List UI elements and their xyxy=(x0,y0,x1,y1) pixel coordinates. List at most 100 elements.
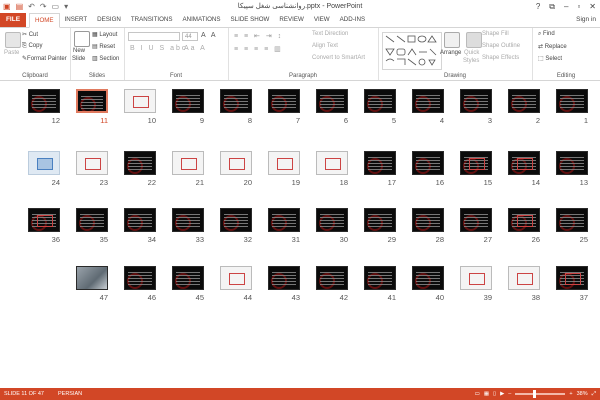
copy-button[interactable]: ⎘ Copy xyxy=(22,43,42,50)
slide-thumbnail[interactable] xyxy=(316,89,348,113)
slide-thumbnail[interactable] xyxy=(268,151,300,175)
tab-file[interactable]: FILE xyxy=(0,13,26,27)
slide-thumbnail[interactable] xyxy=(364,151,396,175)
replace-button[interactable]: ⇄ Replace xyxy=(538,43,567,50)
language-indicator[interactable]: PERSIAN xyxy=(58,388,82,400)
new-slide-icon[interactable] xyxy=(74,31,90,47)
arrange-icon[interactable] xyxy=(444,32,460,48)
find-button[interactable]: ⌕ Find xyxy=(538,31,555,38)
slide-thumbnail[interactable] xyxy=(124,151,156,175)
slide-thumbnail[interactable] xyxy=(460,89,492,113)
font-name-combo[interactable] xyxy=(128,32,180,41)
slide-thumbnail[interactable] xyxy=(172,151,204,175)
slide-thumbnail[interactable] xyxy=(220,89,252,113)
tab-review[interactable]: REVIEW xyxy=(274,13,308,27)
font-size-buttons[interactable]: A A xyxy=(201,32,218,39)
shape-fill-button[interactable]: Shape Fill xyxy=(482,31,509,37)
quick-styles-button-2[interactable]: Styles xyxy=(463,58,479,64)
convert-smartart-button[interactable]: Convert to SmartArt xyxy=(312,55,365,61)
layout-button[interactable]: ▦ Layout xyxy=(92,31,117,38)
slide-thumbnail[interactable] xyxy=(220,266,252,290)
slide-thumbnail[interactable] xyxy=(364,266,396,290)
slide-thumbnail[interactable] xyxy=(124,266,156,290)
slide-thumbnail[interactable] xyxy=(28,208,60,232)
quick-styles-icon[interactable] xyxy=(466,32,482,48)
sign-in-link[interactable]: Sign in xyxy=(576,16,596,23)
quick-styles-button[interactable]: Quick xyxy=(464,50,479,56)
select-button[interactable]: ⬚ Select xyxy=(538,55,562,62)
paste-icon[interactable] xyxy=(5,32,21,48)
slide-thumbnail[interactable] xyxy=(268,266,300,290)
slideshow-view-icon[interactable]: ▶ xyxy=(500,388,504,400)
slide-sorter-canvas[interactable]: 1 2 3 4 5 6 7 8 9 10 11 12 13 14 15 16 17 18 19 20 21 22 23 24 2… xyxy=(0,81,600,387)
slide-thumbnail[interactable] xyxy=(124,89,156,113)
minimize-button[interactable]: – xyxy=(564,2,568,12)
slide-thumbnail[interactable] xyxy=(76,89,108,113)
slide-thumbnail[interactable] xyxy=(508,151,540,175)
slide-thumbnail[interactable] xyxy=(364,208,396,232)
slide-thumbnail[interactable] xyxy=(508,208,540,232)
slide-thumbnail[interactable] xyxy=(556,266,588,290)
maximize-button[interactable]: ▫ xyxy=(577,2,580,12)
slide-thumbnail[interactable] xyxy=(316,151,348,175)
font-color-buttons[interactable]: Aa A xyxy=(184,45,207,52)
slide-thumbnail[interactable] xyxy=(76,151,108,175)
slide-thumbnail[interactable] xyxy=(556,89,588,113)
zoom-in-button[interactable]: + xyxy=(569,388,572,400)
slide-thumbnail[interactable] xyxy=(172,208,204,232)
zoom-slider-thumb[interactable] xyxy=(533,390,537,398)
help-button[interactable]: ? xyxy=(536,2,540,12)
format-buttons-row[interactable]: B I U S abc xyxy=(130,45,187,52)
slide-thumbnail[interactable] xyxy=(460,208,492,232)
align-buttons-row[interactable]: ≡ ≡ ≡ ≡ ▥ xyxy=(234,45,283,53)
slide-thumbnail[interactable] xyxy=(76,208,108,232)
new-slide-button-2[interactable]: Slide xyxy=(72,56,85,62)
slide-thumbnail[interactable] xyxy=(268,89,300,113)
slide-thumbnail[interactable] xyxy=(412,89,444,113)
slide-thumbnail[interactable] xyxy=(364,89,396,113)
text-direction-button[interactable]: Text Direction xyxy=(312,31,348,37)
ribbon-display-button[interactable]: ⧉ xyxy=(549,2,555,12)
slide-thumbnail[interactable] xyxy=(124,208,156,232)
section-button[interactable]: ▥ Section xyxy=(92,55,119,62)
zoom-level[interactable]: 38% xyxy=(577,388,588,400)
slide-thumbnail[interactable] xyxy=(460,266,492,290)
slide-thumbnail[interactable] xyxy=(28,89,60,113)
paste-button[interactable]: Paste xyxy=(4,50,19,56)
reset-button[interactable]: ▤ Reset xyxy=(92,43,115,50)
shape-effects-button[interactable]: Shape Effects xyxy=(482,55,519,61)
normal-view-icon[interactable]: ▭ xyxy=(475,388,480,400)
slide-thumbnail[interactable] xyxy=(172,89,204,113)
tab-animations[interactable]: ANIMATIONS xyxy=(177,13,225,27)
font-size-combo[interactable]: 44 xyxy=(182,32,198,41)
slide-thumbnail[interactable] xyxy=(508,266,540,290)
arrange-button[interactable]: Arrange xyxy=(440,50,461,56)
slide-thumbnail[interactable] xyxy=(220,151,252,175)
shapes-gallery[interactable] xyxy=(382,32,442,70)
cut-button[interactable]: ✂ Cut xyxy=(22,31,38,38)
slide-thumbnail[interactable] xyxy=(460,151,492,175)
slide-thumbnail[interactable] xyxy=(28,151,60,175)
fit-to-window-icon[interactable]: ⤢ xyxy=(592,388,596,400)
slide-thumbnail[interactable] xyxy=(316,266,348,290)
tab-transitions[interactable]: TRANSITIONS xyxy=(126,13,178,27)
zoom-out-button[interactable]: – xyxy=(508,388,511,400)
format-painter-button[interactable]: ✎Format Painter xyxy=(22,55,67,62)
tab-insert[interactable]: INSERT xyxy=(60,13,93,27)
slide-thumbnail[interactable] xyxy=(412,151,444,175)
slide-thumbnail[interactable] xyxy=(412,208,444,232)
list-buttons-row[interactable]: ≡ ≡ ⇤ ⇥ ↕ xyxy=(234,32,283,40)
tab-view[interactable]: VIEW xyxy=(309,13,335,27)
shape-outline-button[interactable]: Shape Outline xyxy=(482,43,520,49)
new-slide-button[interactable]: New xyxy=(73,48,85,54)
slide-thumbnail[interactable] xyxy=(508,89,540,113)
slide-thumbnail[interactable] xyxy=(412,266,444,290)
tab-slide-show[interactable]: SLIDE SHOW xyxy=(226,13,275,27)
slide-sorter-view-icon[interactable]: ▦ xyxy=(484,388,489,400)
tab-home[interactable]: HOME xyxy=(29,13,60,28)
slide-thumbnail[interactable] xyxy=(268,208,300,232)
reading-view-icon[interactable]: ▯ xyxy=(493,388,496,400)
slide-thumbnail[interactable] xyxy=(76,266,108,290)
slide-thumbnail[interactable] xyxy=(316,208,348,232)
slide-thumbnail[interactable] xyxy=(556,151,588,175)
